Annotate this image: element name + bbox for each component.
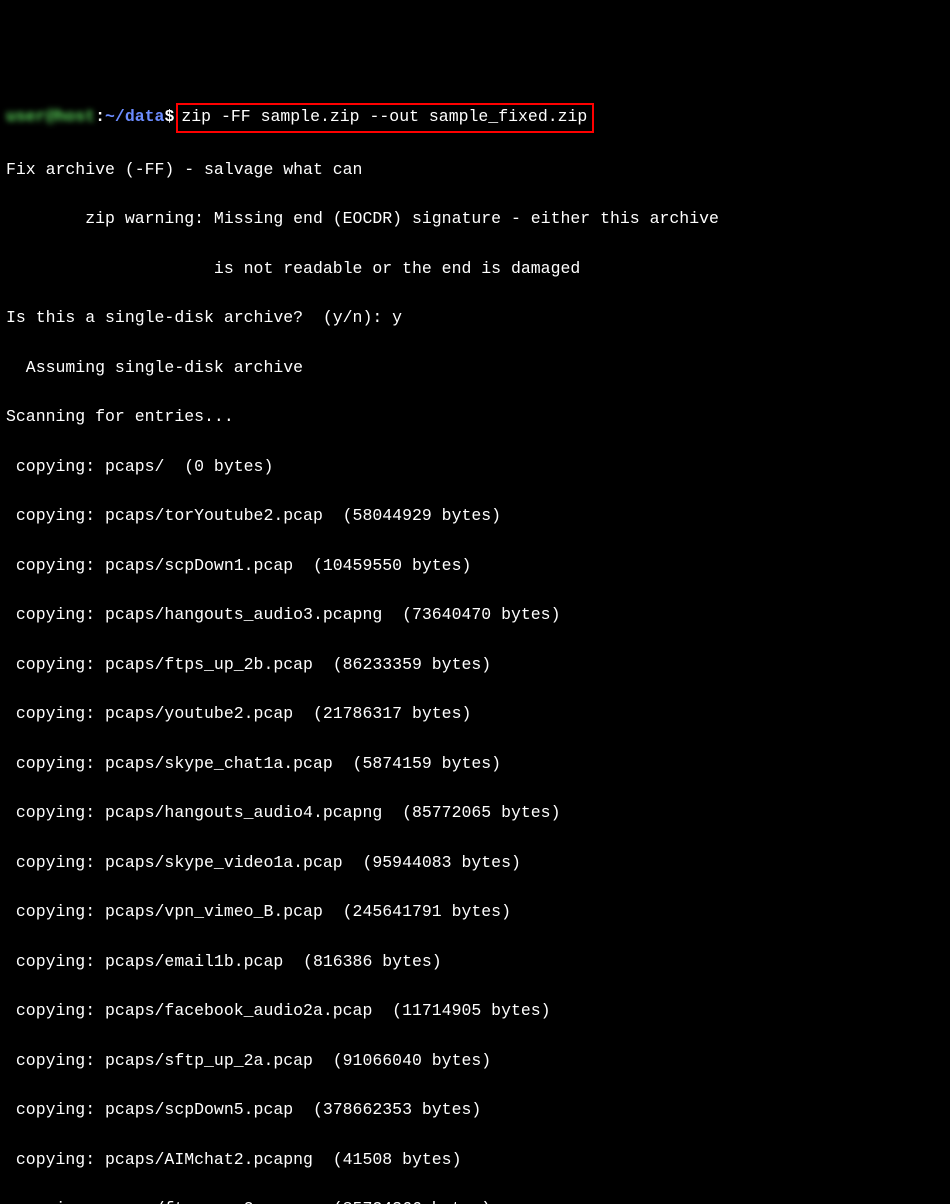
output-line: zip warning: Missing end (EOCDR) signatu… xyxy=(6,207,944,232)
output-line: Assuming single-disk archive xyxy=(6,356,944,381)
output-line: copying: pcaps/AIMchat2.pcapng (41508 by… xyxy=(6,1148,944,1173)
output-line: is not readable or the end is damaged xyxy=(6,257,944,282)
output-line: Is this a single-disk archive? (y/n): y xyxy=(6,306,944,331)
prompt-separator: : xyxy=(95,107,105,126)
output-line: copying: pcaps/email1b.pcap (816386 byte… xyxy=(6,950,944,975)
output-line: copying: pcaps/sftp_up_2a.pcap (91066040… xyxy=(6,1049,944,1074)
prompt-path: ~/data xyxy=(105,107,164,126)
output-line: copying: pcaps/torYoutube2.pcap (5804492… xyxy=(6,504,944,529)
prompt-user: user@host xyxy=(6,107,95,126)
output-line: copying: pcaps/scpDown5.pcap (378662353 … xyxy=(6,1098,944,1123)
output-line: copying: pcaps/hangouts_audio4.pcapng (8… xyxy=(6,801,944,826)
output-line: copying: pcaps/skype_chat1a.pcap (587415… xyxy=(6,752,944,777)
prompt-dollar: $ xyxy=(164,107,174,126)
output-line: copying: pcaps/hangouts_audio3.pcapng (7… xyxy=(6,603,944,628)
output-line: copying: pcaps/ (0 bytes) xyxy=(6,455,944,480)
output-line: Fix archive (-FF) - salvage what can xyxy=(6,158,944,183)
command-highlight: zip -FF sample.zip --out sample_fixed.zi… xyxy=(176,103,594,133)
prompt-line[interactable]: user@host:~/data$zip -FF sample.zip --ou… xyxy=(6,103,944,133)
output-line: copying: pcaps/vpn_vimeo_B.pcap (2456417… xyxy=(6,900,944,925)
output-line: copying: pcaps/ftps_up_2b.pcap (86233359… xyxy=(6,653,944,678)
output-line: copying: pcaps/skype_video1a.pcap (95944… xyxy=(6,851,944,876)
output-line: copying: pcaps/scpDown1.pcap (10459550 b… xyxy=(6,554,944,579)
output-line: copying: pcaps/ftps_up_2a.pcap (85724366… xyxy=(6,1197,944,1204)
output-line: copying: pcaps/facebook_audio2a.pcap (11… xyxy=(6,999,944,1024)
output-line: Scanning for entries... xyxy=(6,405,944,430)
output-line: copying: pcaps/youtube2.pcap (21786317 b… xyxy=(6,702,944,727)
